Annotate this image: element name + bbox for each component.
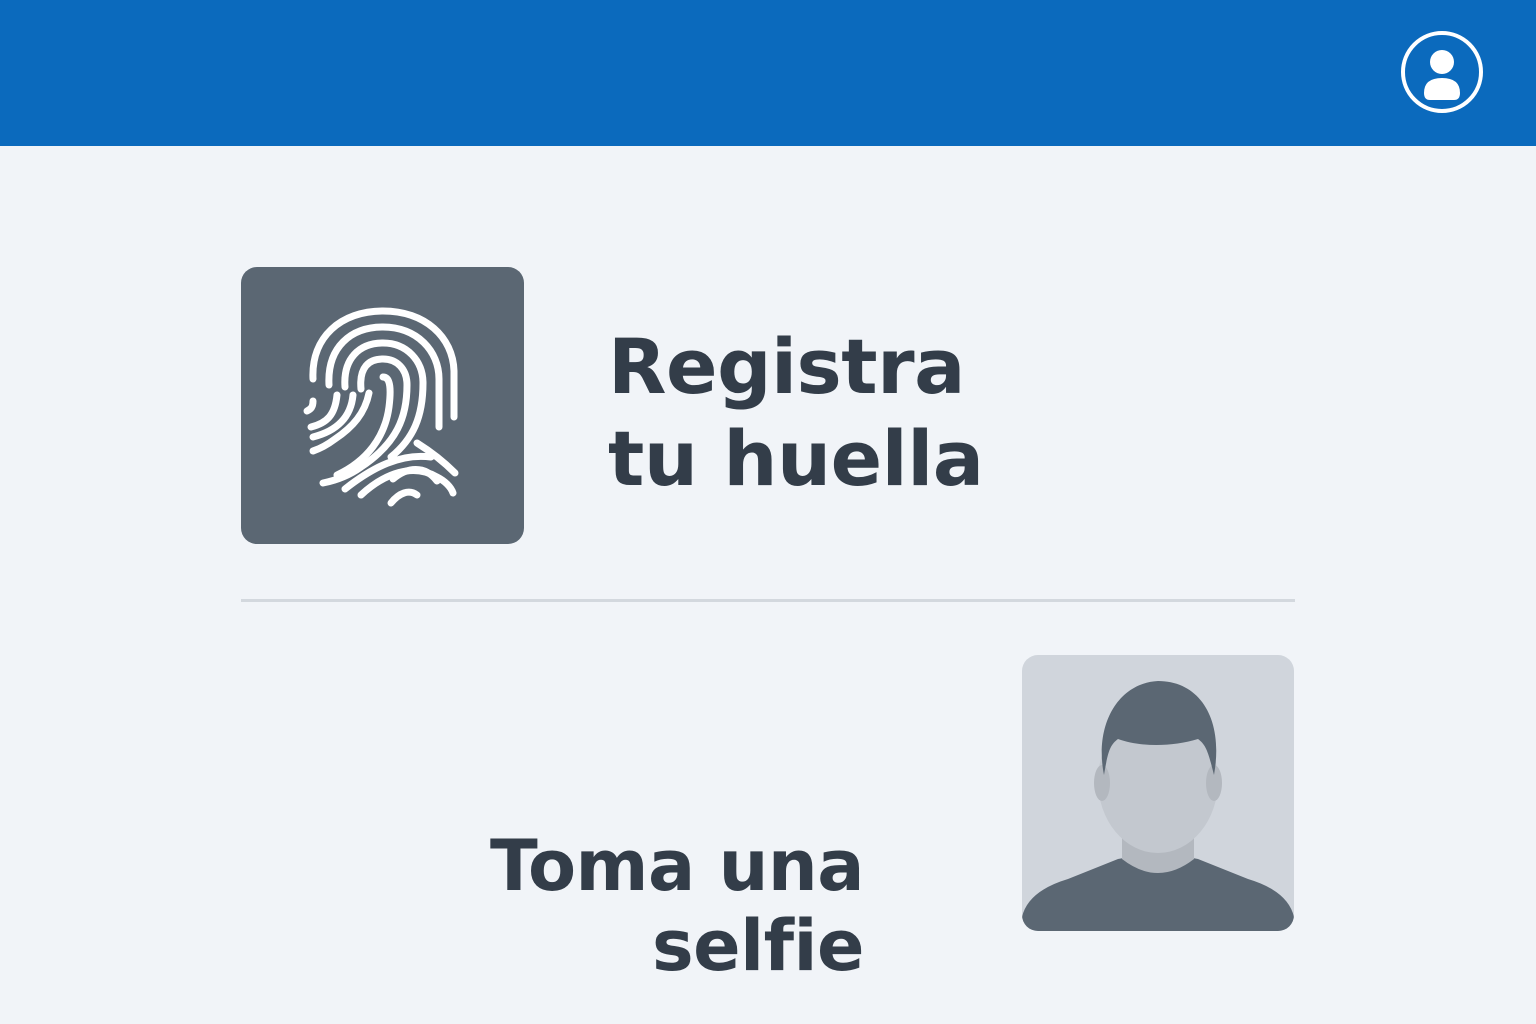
fingerprint-label-line-1: Registra (608, 322, 965, 411)
user-circle-icon (1401, 31, 1483, 113)
fingerprint-label-line-2: tu huella (608, 414, 984, 503)
fingerprint-icon (303, 307, 459, 507)
profile-button[interactable] (1400, 30, 1484, 114)
selfie-label-line-2: selfie (651, 905, 865, 987)
fingerprint-button[interactable] (241, 267, 524, 544)
top-app-bar (0, 0, 1536, 146)
selfie-button[interactable] (1022, 655, 1294, 931)
person-silhouette-icon (1022, 681, 1294, 931)
section-divider (241, 599, 1295, 602)
selfie-label: Toma una selfie (490, 825, 865, 987)
fingerprint-label: Registra tu huella (608, 321, 984, 505)
selfie-label-line-1: Toma una (490, 825, 865, 907)
